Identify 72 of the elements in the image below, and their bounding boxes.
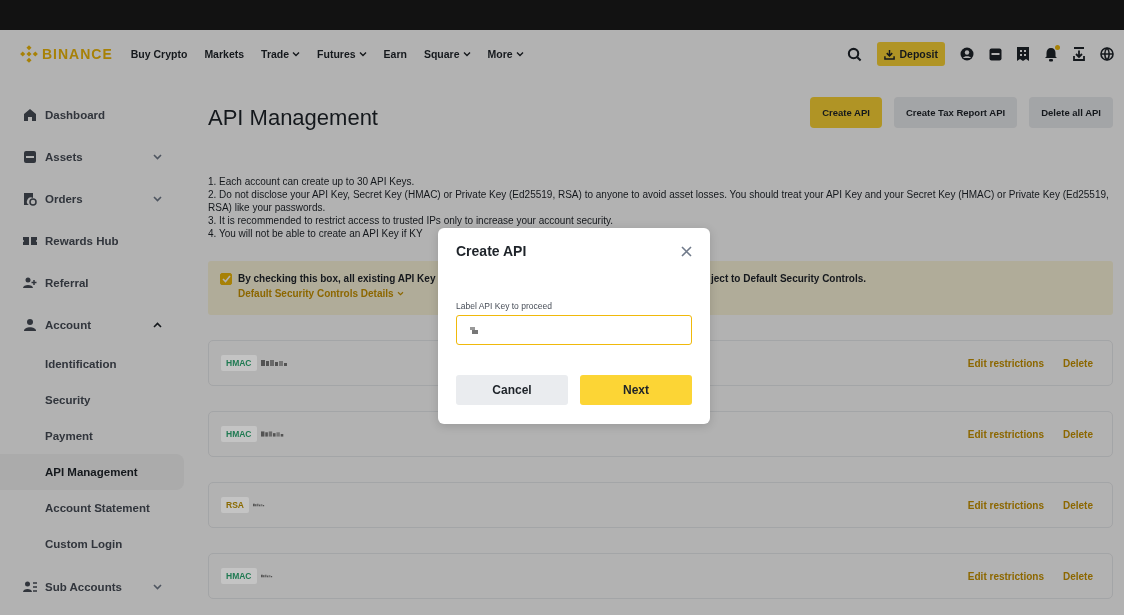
nav-link[interactable]: Earn [383,48,407,60]
note-text: 2. Do not disclose your API Key, Secret Key (HMAC) or Private Key (Ed25519, RSA) to anyone to avoid asset losses. You should treat your API Key and your Secret Key (HMAC) or Private Key (Ed25519, RSA) like your passwords. [208,188,1110,214]
sidebar-item[interactable]: Sub Accounts [0,566,184,608]
user-icon [23,318,37,332]
redacted-label [252,501,265,509]
sidebar-subitem[interactable]: Custom Login [0,526,184,562]
dialog-button[interactable]: Next [580,375,692,405]
label-input-field[interactable] [456,315,692,345]
ticket-icon [23,234,37,248]
chevron-up-icon [153,322,162,328]
redacted-label [260,359,289,367]
add-user-icon [23,276,37,290]
nav-link[interactable]: More [487,48,524,60]
field-label: Label API Key to proceed [456,301,552,311]
download-box-icon[interactable] [1073,47,1085,61]
dialog-button[interactable]: Cancel [456,375,568,405]
header-button[interactable]: Delete all API [1029,97,1113,128]
sidebar-item[interactable]: Orders [0,178,184,220]
sidebar-item[interactable]: Referral [0,262,184,304]
building-icon[interactable] [1017,47,1029,61]
header-button[interactable]: Create API [810,97,882,128]
chevron-down-icon [153,154,162,160]
key-type-tag: RSA [221,497,249,513]
chevron-down-icon [358,51,367,57]
close-icon[interactable] [681,245,692,257]
chevron-down-icon [292,51,301,57]
wallet-icon[interactable] [989,47,1002,61]
dialog-title: Create API [456,243,527,259]
download-icon [884,48,896,60]
sidebar-subitem[interactable]: Account Statement [0,490,184,526]
chevron-down-icon [396,291,404,296]
sidebar-item[interactable]: Rewards Hub [0,220,184,262]
sidebar-subitem[interactable]: Payment [0,418,184,454]
nav-link[interactable]: Markets [204,48,245,60]
redacted-label [260,572,273,580]
sidebar-item[interactable]: Account [0,304,184,346]
key-type-tag: HMAC [221,355,257,371]
redacted-label [470,326,478,334]
sidebar-subitem[interactable]: Security [0,382,184,418]
bell-icon[interactable] [1044,46,1058,62]
note-text: 1. Each account can create up to 30 API Keys. [208,175,416,188]
user-list-icon [23,580,37,594]
page-title: API Management [208,104,378,131]
search-icon[interactable] [847,46,863,62]
header-button[interactable]: Create Tax Report API [893,97,1018,128]
wallet-icon [23,150,37,164]
chevron-down-icon [153,584,162,590]
consent-text: ject to Default Security Controls. [711,273,867,285]
nav-link[interactable]: Futures [317,48,367,60]
redacted-label [260,430,285,438]
sidebar-subitem[interactable]: API Management [0,454,184,490]
chevron-down-icon [462,51,471,57]
nav-link[interactable]: Buy Crypto [130,48,188,60]
logo-icon [20,45,38,63]
note-text: 3. It is recommended to restrict access to trusted IPs only to increase your account security. [208,214,614,227]
deposit-button[interactable]: Deposit [877,42,945,66]
globe-icon[interactable] [1100,47,1114,61]
consent-text: By checking this box, all existing API Key [238,273,436,285]
key-type-tag: HMAC [221,426,257,442]
sidebar-subitem[interactable]: Identification [0,346,184,382]
home-icon [23,108,37,122]
nav-link[interactable]: Square [423,48,471,60]
key-type-tag: HMAC [221,568,257,584]
nav-link[interactable]: Trade [261,48,301,60]
chevron-down-icon [153,196,162,202]
sidebar-item[interactable]: Dashboard [0,94,184,136]
checkbox[interactable] [220,273,232,285]
document-clock-icon [23,192,37,206]
chevron-down-icon [515,51,524,57]
note-text: 4. You will not be able to create an API Key if KY [208,227,424,240]
profile-icon[interactable] [960,47,974,61]
sidebar-item[interactable]: Assets [0,136,184,178]
